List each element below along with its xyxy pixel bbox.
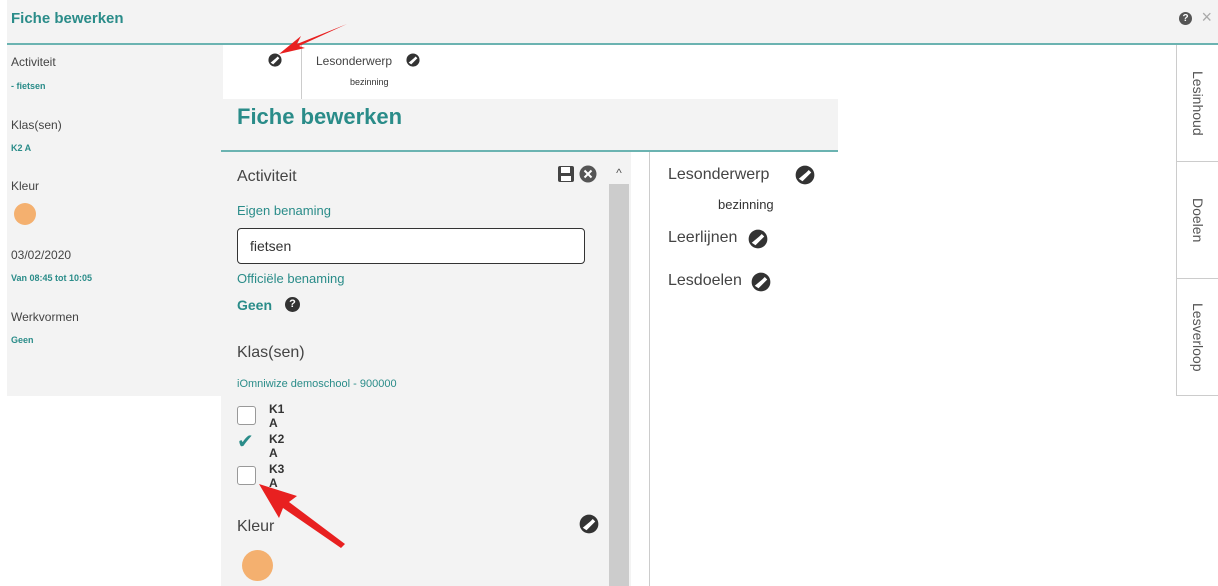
tab-doelen[interactable]: Doelen xyxy=(1176,162,1218,279)
klassen-value: K2 A xyxy=(11,143,32,153)
zoomed-divider xyxy=(649,152,650,586)
activiteit-label: Activiteit xyxy=(237,168,297,185)
tab-lesverloop[interactable]: Lesverloop xyxy=(1176,279,1218,396)
save-icon[interactable] xyxy=(557,165,575,183)
edit-kleur-icon[interactable] xyxy=(579,514,599,534)
officiele-benaming-value: Geen xyxy=(237,297,273,313)
lesonderwerp-value: bezinning xyxy=(718,197,774,212)
page-title: Fiche bewerken xyxy=(11,10,124,27)
klassen-label: Klas(sen) xyxy=(11,118,62,132)
background-header: Fiche bewerken ? × xyxy=(7,0,1218,45)
activiteit-value: - fietsen xyxy=(11,81,46,91)
leerlijnen-label: Leerlijnen xyxy=(668,229,738,246)
checkbox[interactable] xyxy=(237,466,256,485)
werkvormen-label: Werkvormen xyxy=(11,310,79,324)
zoomed-header: Fiche bewerken xyxy=(221,99,838,152)
checkbox[interactable] xyxy=(237,406,256,425)
edit-lesonderwerp-icon[interactable] xyxy=(795,165,815,185)
cancel-icon[interactable] xyxy=(579,165,597,183)
time-value: Van 08:45 tot 10:05 xyxy=(11,273,93,283)
officiele-benaming-label: Officiële benaming xyxy=(237,271,345,286)
scroll-up-button[interactable]: ^ xyxy=(609,162,629,184)
klassen-label: Klas(sen) xyxy=(237,344,305,361)
background-left-panel: Activiteit - fietsen Klas(sen) K2 A Kleu… xyxy=(7,45,223,396)
annotation-arrow-bottom xyxy=(259,484,345,548)
eigen-benaming-input[interactable] xyxy=(237,228,585,264)
side-tabs: Lesinhoud Doelen Lesverloop xyxy=(1176,45,1218,396)
close-icon[interactable]: × xyxy=(1201,7,1212,28)
school-name: iOmniwize demoschool - 900000 xyxy=(237,378,397,390)
eigen-benaming-label: Eigen benaming xyxy=(237,203,331,218)
scrollbar[interactable] xyxy=(609,162,629,586)
tab-lesinhoud[interactable]: Lesinhoud xyxy=(1176,45,1218,162)
zoomed-title: Fiche bewerken xyxy=(237,104,403,129)
date-label: 03/02/2020 xyxy=(11,248,72,262)
annotation-arrow-top xyxy=(279,24,347,54)
lesonderwerp-value: bezinning xyxy=(350,77,389,87)
activiteit-label: Activiteit xyxy=(11,55,56,69)
edit-leerlijnen-icon[interactable] xyxy=(748,229,768,249)
help-icon[interactable]: ? xyxy=(1179,12,1192,25)
lesonderwerp-label: Lesonderwerp xyxy=(668,166,770,183)
kleur-swatch xyxy=(14,203,36,225)
edit-lesonderwerp-icon[interactable] xyxy=(406,53,420,67)
class-label: K2 A xyxy=(269,432,285,460)
help-icon[interactable]: ? xyxy=(285,297,300,312)
edit-lesdoelen-icon[interactable] xyxy=(751,272,771,292)
lesdoelen-label: Lesdoelen xyxy=(668,272,742,289)
class-label: K1 A xyxy=(269,402,285,430)
checkmark-icon[interactable]: ✔ xyxy=(237,432,254,452)
werkvormen-value: Geen xyxy=(11,335,34,345)
kleur-label: Kleur xyxy=(11,179,40,193)
kleur-swatch[interactable] xyxy=(242,550,273,581)
